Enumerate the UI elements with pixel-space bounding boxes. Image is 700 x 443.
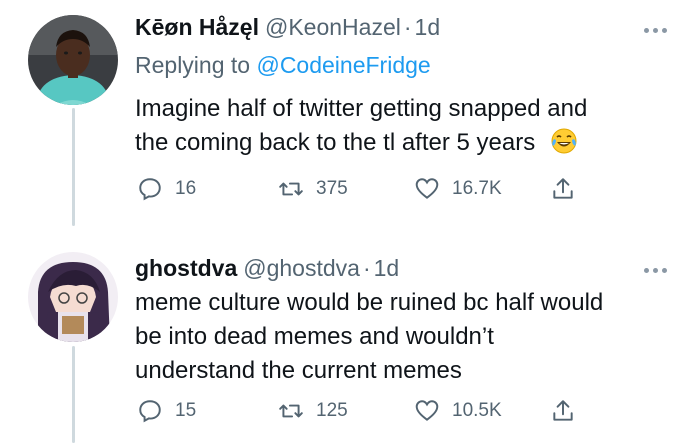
tweet-text-line: be into dead memes and wouldn’t (135, 323, 494, 350)
tweet-text-line: the coming back to the tl after 5 years (135, 129, 536, 156)
reply-button[interactable]: 15 (137, 398, 196, 424)
more-options-icon[interactable] (644, 268, 667, 273)
replying-to: Replying to @CodeineFridge (135, 52, 431, 79)
share-button[interactable] (550, 176, 576, 202)
separator-dot: · (362, 255, 371, 281)
reply-count: 16 (175, 178, 197, 199)
tweet-text: Imagine half of twitter getting snapped … (135, 92, 665, 165)
tweet-text: meme culture would be ruined bc half wou… (135, 286, 665, 388)
like-button[interactable]: 16.7K (414, 176, 502, 202)
retweet-button[interactable]: 375 (278, 176, 348, 202)
reply-count: 15 (175, 400, 197, 421)
tweet-text-line: Imagine half of twitter getting snapped … (135, 95, 588, 122)
user-handle[interactable]: @ghostdva (243, 255, 360, 282)
like-count: 16.7K (452, 178, 502, 199)
share-icon (553, 178, 573, 199)
reply-button[interactable]: 16 (137, 176, 196, 202)
avatar-ghostdva[interactable] (28, 252, 118, 342)
laughing-tears-emoji-icon (550, 127, 578, 165)
retweet-icon (279, 404, 303, 418)
like-count: 10.5K (452, 400, 502, 421)
tweet-text-line: understand the current memes (135, 357, 462, 384)
timestamp[interactable]: 1d (374, 255, 400, 282)
retweet-button[interactable]: 125 (278, 398, 348, 424)
more-options-icon[interactable] (644, 28, 667, 33)
retweet-count: 125 (316, 400, 348, 421)
share-button[interactable] (550, 398, 576, 424)
mention-link[interactable]: @CodeineFridge (256, 52, 430, 78)
thread-connector-line (72, 108, 75, 226)
heart-icon (415, 400, 439, 421)
share-icon (553, 400, 573, 421)
user-handle[interactable]: @KeonHazel (265, 14, 401, 41)
timestamp[interactable]: 1d (415, 14, 441, 41)
display-name[interactable]: Kēøn Håzęl (135, 14, 259, 41)
separator-dot: · (403, 14, 412, 40)
thread-connector-line-lower (72, 346, 75, 443)
display-name[interactable]: ghostdva (135, 255, 237, 282)
tweet-text-line: meme culture would be ruined bc half wou… (135, 289, 604, 316)
reply-icon (139, 400, 161, 423)
like-button[interactable]: 10.5K (414, 398, 502, 424)
retweet-count: 375 (316, 178, 348, 199)
tweet-header: Kēøn Håzęl @KeonHazel · 1d (135, 14, 440, 41)
tweet-header: ghostdva @ghostdva · 1d (135, 255, 399, 282)
retweet-icon (279, 182, 303, 196)
replying-to-label: Replying to (135, 52, 257, 78)
heart-icon (415, 178, 439, 199)
avatar-keonhazel[interactable] (28, 15, 118, 105)
reply-icon (139, 178, 161, 201)
tweet-text-line-with-emoji: the coming back to the tl after 5 years (135, 126, 665, 165)
